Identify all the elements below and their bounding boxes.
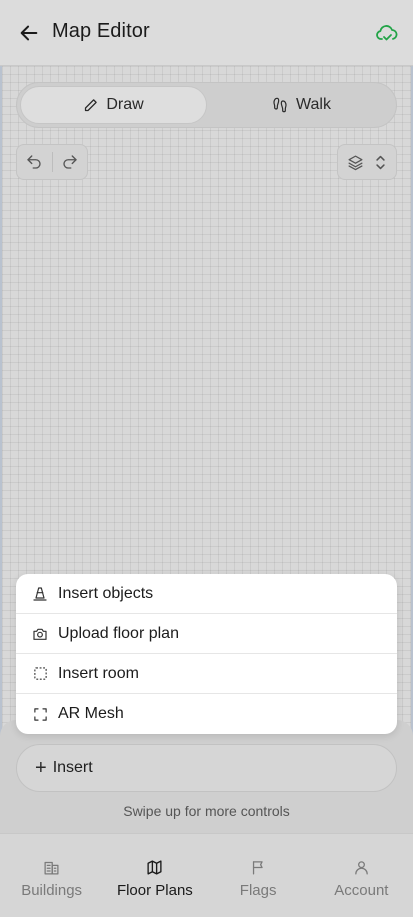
menu-item-ar-mesh[interactable]: AR Mesh: [16, 694, 397, 734]
tab-label: Buildings: [21, 882, 83, 899]
history-controls: [16, 144, 88, 180]
plus-icon: +: [35, 757, 47, 779]
arrow-left-icon: [20, 25, 38, 41]
tab-label: Account: [334, 882, 389, 899]
draw-label: Draw: [106, 96, 144, 113]
layers-selector[interactable]: [337, 144, 397, 180]
cloud-check-icon[interactable]: [375, 22, 399, 44]
draw-mode-button[interactable]: Draw: [20, 86, 207, 124]
insert-menu: Insert objects Upload floor plan Insert …: [16, 574, 397, 734]
menu-item-upload-floor-plan[interactable]: Upload floor plan: [16, 614, 397, 654]
walk-label: Walk: [296, 96, 331, 113]
tab-label: Flags: [239, 882, 277, 899]
building-icon: [43, 858, 61, 876]
dashed-square-icon: [32, 666, 48, 682]
tab-label: Floor Plans: [116, 882, 193, 899]
user-icon: [352, 858, 370, 876]
cone-icon: [32, 586, 48, 602]
undo-icon: [27, 155, 41, 169]
tab-floor-plans[interactable]: Floor Plans: [103, 834, 206, 917]
scan-frame-icon: [32, 706, 48, 722]
menu-item-insert-objects[interactable]: Insert objects: [16, 574, 397, 614]
walk-mode-button[interactable]: Walk: [209, 86, 394, 124]
menu-item-label: Insert objects: [58, 584, 154, 602]
swipe-hint: Swipe up for more controls: [123, 803, 290, 819]
insert-label: Insert: [52, 759, 93, 776]
insert-button[interactable]: + Insert: [16, 744, 397, 792]
redo-button[interactable]: [52, 145, 87, 179]
redo-icon: [63, 155, 77, 169]
layers-icon: [348, 154, 363, 170]
app-header: Map Editor: [0, 0, 413, 66]
menu-item-label: AR Mesh: [58, 705, 124, 722]
tab-account[interactable]: Account: [310, 834, 413, 917]
page-title: Map Editor: [52, 20, 150, 42]
map-icon: [146, 858, 164, 876]
footprints-icon: [273, 97, 287, 113]
camera-icon: [32, 626, 48, 642]
menu-item-insert-room[interactable]: Insert room: [16, 654, 397, 694]
menu-item-label: Insert room: [58, 664, 139, 682]
chevron-up-down-icon: [376, 155, 385, 169]
tab-buildings[interactable]: Buildings: [0, 834, 103, 917]
flag-icon: [249, 858, 267, 876]
tab-flags[interactable]: Flags: [207, 834, 310, 917]
bottom-tab-bar: Buildings Floor Plans Flags Account: [0, 833, 413, 917]
back-button[interactable]: [16, 20, 42, 46]
menu-item-label: Upload floor plan: [58, 624, 179, 642]
mode-toggle: Draw Walk: [16, 82, 397, 128]
undo-button[interactable]: [17, 145, 52, 179]
pencil-icon: [85, 98, 98, 111]
